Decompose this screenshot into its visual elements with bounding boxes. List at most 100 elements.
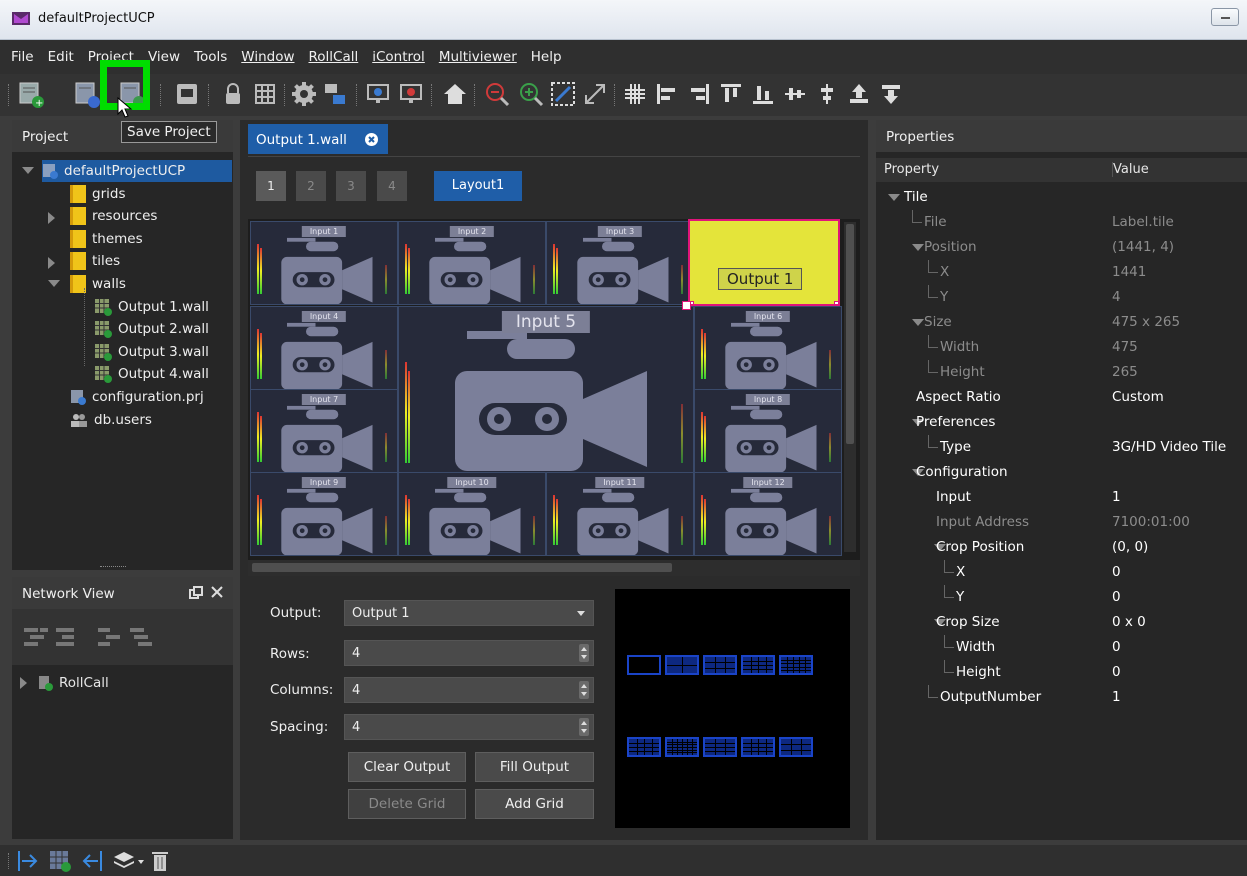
collapsed-arrow-icon[interactable] [48,257,55,270]
expand-icon[interactable] [580,79,610,109]
property-row[interactable]: Size 475 x 265 [876,310,1247,335]
tree-expand-icon[interactable] [24,626,50,648]
tree-item[interactable]: grids [70,183,125,205]
property-row[interactable]: Configuration [876,460,1247,485]
canvas-vertical-scrollbar[interactable] [844,222,856,552]
fit-to-window-icon[interactable] [548,79,578,109]
grid-template-thumbnail[interactable] [741,737,775,757]
property-row[interactable]: Type 3G/HD Video Tile [876,435,1247,460]
menu-help[interactable]: Help [524,49,569,65]
property-row[interactable]: Position (1441, 4) [876,235,1247,260]
video-tile[interactable]: Input 12 [694,472,842,556]
display-icon[interactable] [172,79,202,109]
expanded-arrow-icon[interactable] [22,167,34,174]
video-tile[interactable]: Input 4 [250,306,398,390]
menu-rollcall[interactable]: RollCall [302,49,366,65]
export-icon[interactable] [80,849,104,873]
tree-item[interactable]: Output 3.wall [94,341,209,363]
clear-output-button[interactable]: Clear Output [348,752,466,782]
tree-item[interactable]: tiles [48,250,120,272]
tree-collapse-icon[interactable] [56,626,78,648]
property-row[interactable]: File Label.tile [876,210,1247,235]
grid-template-thumbnail[interactable] [779,737,813,757]
zoom-out-icon[interactable] [482,79,512,109]
collapsed-arrow-icon[interactable] [48,212,55,225]
grid-template-thumbnail[interactable] [703,655,737,675]
network-icon[interactable] [320,79,350,109]
video-tile[interactable]: Input 7 [250,389,398,473]
tree-layout-icon[interactable] [98,626,124,648]
align-center-vertical-icon[interactable] [812,79,842,109]
page-button-4[interactable]: 4 [377,171,407,201]
network-item-rollcall[interactable]: RollCall [20,675,109,691]
grid-preview[interactable] [615,589,850,828]
property-row[interactable]: OutputNumber 1 [876,685,1247,710]
tree-item[interactable]: Output 1.wall [94,296,209,318]
align-left-icon[interactable] [652,79,682,109]
output-tile[interactable]: Output 1 [688,219,840,306]
menu-file[interactable]: File [4,49,41,65]
import-icon[interactable] [16,849,40,873]
property-row[interactable]: Height 0 [876,660,1247,685]
fill-output-button[interactable]: Fill Output [475,752,594,782]
gear-icon[interactable] [289,79,319,109]
hash-grid-icon[interactable] [620,79,650,109]
bring-forward-icon[interactable] [844,79,874,109]
video-tile[interactable]: Input 9 [250,472,398,556]
tab-output-1-wall[interactable]: Output 1.wall [248,124,388,154]
grid-template-thumbnail[interactable] [703,737,737,757]
expand-arrow-icon[interactable] [20,677,27,689]
lock-icon[interactable] [218,79,248,109]
add-grid-button[interactable]: Add Grid [475,789,594,819]
tree-item[interactable]: resources [48,205,157,227]
resize-handle[interactable] [682,301,691,310]
tree-item[interactable]: Output 4.wall [94,363,209,385]
grid-template-thumbnail[interactable] [741,655,775,675]
expanded-arrow-icon[interactable] [912,244,924,251]
tree-item[interactable]: Output 2.wall [94,318,209,340]
video-tile[interactable]: Input 5 [398,306,694,474]
property-row[interactable]: Crop Position (0, 0) [876,535,1247,560]
video-tile[interactable]: Input 1 [250,221,398,305]
property-row[interactable]: Input 1 [876,485,1247,510]
property-row[interactable]: X 1441 [876,260,1247,285]
new-project-icon[interactable]: + [16,79,46,109]
property-row[interactable]: X0 [876,560,1247,585]
tree-item[interactable]: configuration.prj [70,386,204,408]
zoom-in-icon[interactable] [516,79,546,109]
video-tile[interactable]: Input 8 [694,389,842,473]
open-project-icon[interactable] [72,79,102,109]
property-row[interactable]: Y4 [876,285,1247,310]
monitor-remove-icon[interactable] [397,79,427,109]
tree-item[interactable]: walls [48,273,126,295]
align-center-horizontal-icon[interactable] [780,79,810,109]
spacing-input[interactable]: 4 [344,714,594,740]
property-row[interactable]: Height 265 [876,360,1247,385]
wall-grid-icon[interactable] [48,849,72,873]
wall-canvas[interactable]: Input 1 Input 2 Input 3 Output 1 Input 4 Inpu… [248,219,860,576]
grid-template-thumbnail[interactable] [665,655,699,675]
layers-icon[interactable] [112,849,146,873]
property-row[interactable]: Y0 [876,585,1247,610]
property-row[interactable]: Width 475 [876,335,1247,360]
property-row[interactable]: Input Address 7100:01:00 [876,510,1247,535]
close-icon[interactable] [211,586,223,598]
video-tile[interactable]: Input 11 [546,472,694,556]
property-row[interactable]: Tile [876,185,1247,210]
columns-input[interactable]: 4 [344,677,594,703]
output-select[interactable]: Output 1 [344,600,594,626]
send-backward-icon[interactable] [876,79,906,109]
grid-template-thumbnail[interactable] [779,655,813,675]
property-column-header[interactable]: Property [884,162,939,177]
rows-stepper[interactable] [579,644,589,662]
canvas-horizontal-scrollbar[interactable] [248,560,860,576]
tab-close-icon[interactable] [365,133,378,146]
float-icon[interactable] [189,586,203,600]
spacing-stepper[interactable] [579,718,589,736]
align-right-icon[interactable] [684,79,714,109]
menu-edit[interactable]: Edit [41,49,81,65]
grid-template-thumbnail[interactable] [627,737,661,757]
property-row[interactable]: Crop Size 0 x 0 [876,610,1247,635]
page-button-3[interactable]: 3 [336,171,366,201]
tree-item[interactable]: themes [70,228,143,250]
